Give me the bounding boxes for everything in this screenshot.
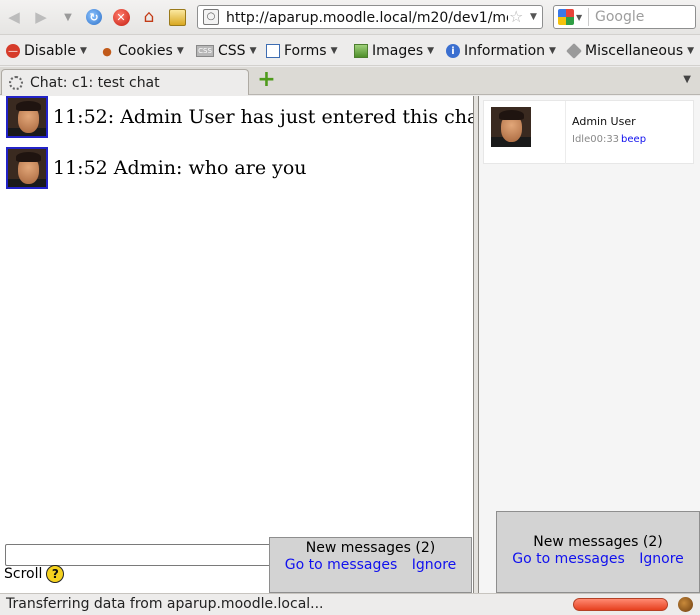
new-tab-icon[interactable]: + <box>257 67 275 92</box>
stop-icon[interactable]: ✕ <box>111 7 131 27</box>
user-idle-status: Idle00:33 beep <box>572 134 646 145</box>
chevron-down-icon: ▼ <box>549 46 556 56</box>
user-name: Admin User <box>572 115 636 128</box>
go-to-messages-link[interactable]: Go to messages <box>285 557 398 573</box>
devtool-css-menu[interactable]: CSS CSS ▼ <box>196 41 256 61</box>
home-icon[interactable]: ⌂ <box>139 7 159 27</box>
devtool-miscellaneous-menu[interactable]: Miscellaneous ▼ <box>566 41 695 61</box>
reload-icon[interactable]: ↻ <box>84 7 104 27</box>
chevron-down-icon: ▼ <box>79 46 87 56</box>
site-identity-icon[interactable]: ○ <box>203 9 219 25</box>
new-messages-notice: New messages (2) Go to messages Ignore <box>496 511 700 593</box>
information-icon: i <box>446 44 460 58</box>
devtool-disable-menu[interactable]: — Disable ▼ <box>6 41 87 61</box>
search-engine-dropdown-icon[interactable]: ▼ <box>576 13 582 22</box>
user-card-divider <box>565 101 566 164</box>
history-dropdown-icon[interactable]: ▼ <box>58 7 78 27</box>
tab-chat[interactable]: Chat: c1: test chat <box>1 69 249 95</box>
chevron-down-icon: ▼ <box>330 46 338 56</box>
forward-icon[interactable]: ▶ <box>31 7 51 27</box>
ignore-link[interactable]: Ignore <box>639 551 684 567</box>
cookies-icon: ● <box>102 44 112 58</box>
css-icon: CSS <box>196 45 214 57</box>
devtool-label: Images <box>372 43 424 59</box>
bookmark-star-icon[interactable]: ☆ <box>509 7 523 26</box>
search-separator <box>588 8 589 26</box>
scroll-label: Scroll <box>4 566 43 582</box>
chevron-down-icon: ▼ <box>427 46 435 56</box>
url-text[interactable]: http://aparup.moodle.local/m20/dev1/mod/… <box>226 10 508 26</box>
progress-bar <box>573 598 668 611</box>
devtool-label: Cookies <box>118 43 173 59</box>
devtool-label: Disable <box>24 43 76 59</box>
devtool-label: Miscellaneous <box>585 43 684 59</box>
new-messages-title: New messages (2) <box>533 534 663 550</box>
page-content: 11:52: Admin User has just entered this … <box>0 96 700 593</box>
url-bar[interactable]: ○ http://aparup.moodle.local/m20/dev1/mo… <box>197 5 543 29</box>
disable-icon: — <box>6 44 20 58</box>
devtool-cookies-menu[interactable]: ● Cookies ▼ <box>100 41 184 61</box>
tab-title: Chat: c1: test chat <box>30 74 160 91</box>
web-developer-toolbar: — Disable ▼ ● Cookies ▼ CSS CSS ▼ Forms … <box>0 36 700 66</box>
devtool-images-menu[interactable]: Images ▼ <box>354 41 434 61</box>
devtool-forms-menu[interactable]: Forms ▼ <box>266 41 337 61</box>
back-icon[interactable]: ◀ <box>4 7 24 27</box>
beep-link[interactable]: beep <box>621 134 646 145</box>
ignore-link[interactable]: Ignore <box>412 557 457 573</box>
devtool-label: Forms <box>284 43 327 59</box>
chevron-down-icon: ▼ <box>176 46 184 56</box>
google-icon[interactable] <box>558 9 574 25</box>
message-input[interactable] <box>5 544 271 566</box>
chat-message: 11:52: Admin User has just entered this … <box>6 96 486 138</box>
search-input[interactable]: Google <box>595 9 644 25</box>
devtool-label: Information <box>464 43 546 59</box>
avatar <box>6 96 48 138</box>
bookmarks-icon[interactable] <box>167 7 187 27</box>
avatar <box>491 107 531 147</box>
url-dropdown-icon[interactable]: ▼ <box>530 12 537 22</box>
go-to-messages-link[interactable]: Go to messages <box>512 551 625 567</box>
devtool-information-menu[interactable]: i Information ▼ <box>446 41 556 61</box>
loading-spinner-icon <box>9 75 23 90</box>
idle-time: Idle00:33 <box>572 134 620 145</box>
devtool-label: CSS <box>218 43 246 59</box>
tab-list-dropdown-icon[interactable]: ▼ <box>683 74 691 85</box>
help-icon[interactable]: ? <box>46 565 65 583</box>
messages-pane[interactable]: 11:52: Admin User has just entered this … <box>0 96 486 593</box>
chevron-down-icon: ▼ <box>687 46 695 56</box>
avatar <box>6 147 48 189</box>
images-icon <box>354 44 368 58</box>
miscellaneous-icon <box>566 43 582 59</box>
firebug-icon[interactable] <box>678 597 693 612</box>
navigation-toolbar: ◀ ▶ ▼ ↻ ✕ ⌂ ○ http://aparup.moodle.local… <box>0 0 700 35</box>
scroll-toggle[interactable]: Scroll ? <box>4 565 65 583</box>
tab-bar: Chat: c1: test chat + ▼ <box>0 67 700 95</box>
search-bar[interactable]: ▼ Google <box>553 5 696 29</box>
status-bar: Transferring data from aparup.moodle.loc… <box>0 593 700 615</box>
new-messages-notice: New messages (2) Go to messages Ignore <box>269 537 472 593</box>
status-text: Transferring data from aparup.moodle.loc… <box>6 596 324 612</box>
user-list-item: Admin User Idle00:33 beep <box>483 100 694 164</box>
chat-message-text: 11:52: Admin User has just entered this … <box>53 106 486 128</box>
chevron-down-icon: ▼ <box>249 46 257 56</box>
chat-message: 11:52 Admin: who are you <box>6 147 307 189</box>
forms-icon <box>266 44 280 58</box>
new-messages-title: New messages (2) <box>305 540 436 556</box>
chat-message-text: 11:52 Admin: who are you <box>53 157 307 179</box>
